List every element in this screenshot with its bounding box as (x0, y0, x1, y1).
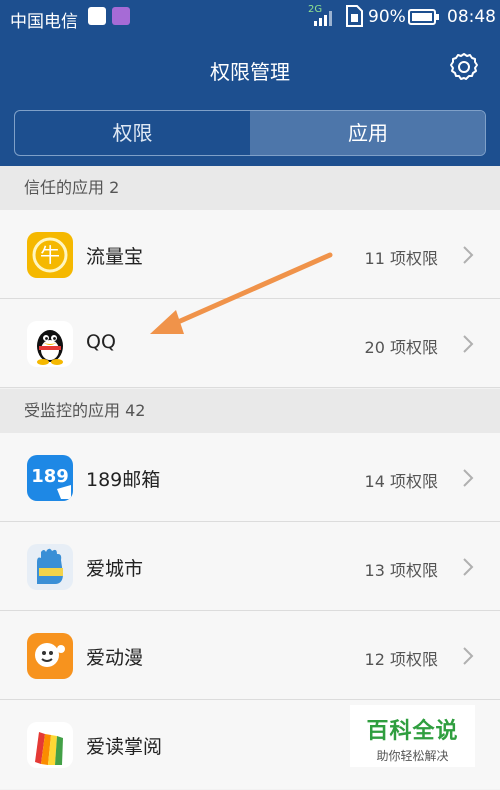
app-name: 爱读掌阅 (86, 736, 163, 758)
signal-icon (314, 11, 332, 26)
watermark-title: 百科全说 (366, 719, 459, 744)
status-bar: 中国电信 2G 90% 08:48 (0, 0, 500, 34)
list-item[interactable]: 爱动漫 12 项权限 (0, 611, 500, 700)
app-name: 流量宝 (86, 246, 144, 268)
chevron-right-icon (463, 558, 474, 576)
app-name: QQ (86, 331, 116, 353)
qq-notification-icon (88, 7, 106, 25)
gallery-notification-icon (112, 7, 130, 25)
clock: 08:48 (447, 7, 496, 27)
chevron-right-icon (463, 647, 474, 665)
app-name: 189邮箱 (86, 469, 161, 491)
permission-count: 13 项权限 (364, 561, 438, 580)
permission-count: 12 项权限 (364, 650, 438, 669)
list-item[interactable]: 189 189邮箱 14 项权限 (0, 433, 500, 522)
section-header-trusted: 信任的应用 2 (0, 166, 500, 210)
liuliangbao-icon: 牛 (27, 232, 73, 278)
tab-apps[interactable]: 应用 (250, 111, 485, 155)
permission-count: 20 项权限 (364, 338, 438, 357)
permission-count: 11 项权限 (364, 249, 438, 268)
tab-switcher: 权限 应用 (14, 110, 486, 156)
liuliangbao-icon-glyph: 牛 (40, 243, 60, 267)
battery-icon (408, 9, 439, 25)
section-header-monitored: 受监控的应用 42 (0, 389, 500, 433)
sim-icon (346, 5, 363, 27)
gear-icon[interactable] (448, 51, 480, 83)
aidongman-icon (27, 633, 73, 679)
header: 权限管理 权限 应用 (0, 34, 500, 166)
app-name: 爱城市 (86, 558, 144, 580)
app-name: 爱动漫 (86, 647, 144, 669)
list-item[interactable]: 牛 流量宝 11 项权限 (0, 210, 500, 299)
chevron-right-icon (463, 246, 474, 264)
watermark-subtitle: 助你轻松解决 (376, 749, 449, 763)
battery-percent: 90% (368, 7, 406, 27)
permission-count: 14 项权限 (364, 472, 438, 491)
aichengshi-icon (27, 544, 73, 590)
chevron-right-icon (463, 335, 474, 353)
qq-icon (27, 321, 73, 367)
chevron-right-icon (463, 469, 474, 487)
carrier-label: 中国电信 (10, 12, 78, 32)
tab-permissions[interactable]: 权限 (15, 111, 250, 155)
watermark: 百科全说 助你轻松解决 (350, 705, 475, 767)
page-title: 权限管理 (210, 60, 290, 84)
list-item[interactable]: QQ 20 项权限 (0, 299, 500, 388)
list-item[interactable]: 爱城市 13 项权限 (0, 522, 500, 611)
aiduzhangyue-icon (27, 722, 73, 768)
mail189-icon: 189 (27, 455, 73, 501)
mail189-icon-glyph: 189 (31, 466, 69, 487)
